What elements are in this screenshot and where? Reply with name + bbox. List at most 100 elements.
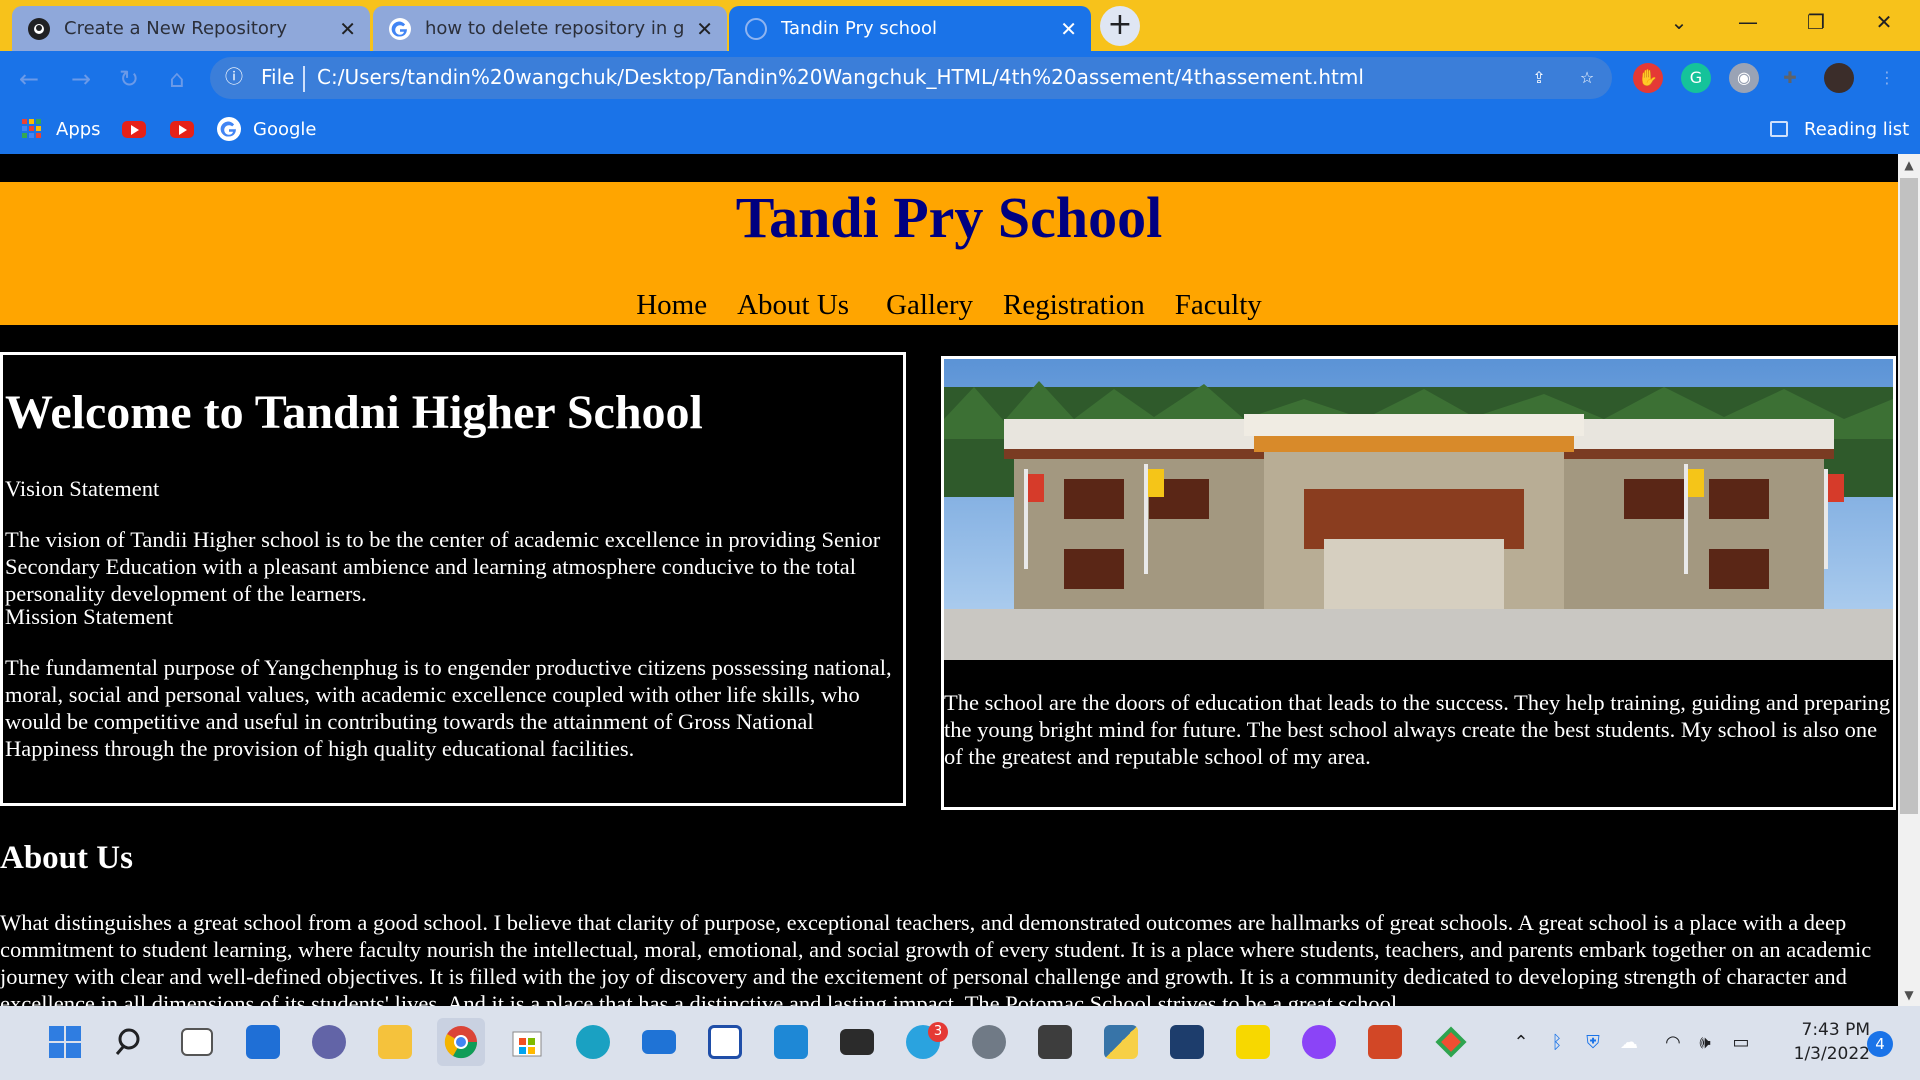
close-window-icon[interactable]: ✕	[1856, 6, 1912, 38]
clock-time[interactable]: 7:43 PM	[1790, 1020, 1871, 1040]
vision-text: The vision of Tandii Higher school is to…	[5, 527, 881, 606]
page-viewport: Tandi Pry School Home About Us Gallery R…	[0, 154, 1898, 1006]
bookmark-label: Google	[253, 118, 317, 140]
close-tab-icon[interactable]: ✕	[339, 17, 356, 41]
nav-link-about[interactable]: About Us	[737, 289, 849, 322]
adblock-extension-icon[interactable]: ✋	[1633, 63, 1663, 93]
volume-icon[interactable]: 🕪	[1692, 1030, 1718, 1056]
minimize-icon[interactable]: —	[1720, 6, 1776, 38]
apps-grid-icon	[22, 119, 41, 138]
nav-link-registration[interactable]: Registration	[1003, 289, 1145, 322]
messenger-icon[interactable]	[1295, 1018, 1343, 1066]
settings-icon[interactable]	[965, 1018, 1013, 1066]
github-icon	[28, 17, 50, 40]
address-divider	[303, 66, 305, 92]
about-heading: About Us	[0, 840, 133, 876]
youtube-icon	[170, 120, 194, 138]
powerpoint-icon[interactable]	[1361, 1018, 1409, 1066]
forward-arrow-icon[interactable]: →	[64, 62, 98, 96]
search-icon[interactable]	[107, 1018, 155, 1066]
school-photo-section: The school are the doors of education th…	[941, 356, 1896, 810]
nav-link-home[interactable]: Home	[636, 289, 707, 322]
about-text: What distinguishes a great school from a…	[0, 910, 1872, 1006]
site-nav: Home About Us Gallery Registration Facul…	[0, 289, 1898, 322]
windows-start-icon[interactable]	[41, 1018, 89, 1066]
reading-list-button[interactable]: Reading list	[1770, 114, 1909, 144]
mission-text: The fundamental purpose of Yangchenphug …	[5, 655, 892, 761]
vscode-icon[interactable]	[767, 1018, 815, 1066]
reading-list-icon	[1770, 121, 1788, 137]
mail-icon[interactable]	[635, 1018, 683, 1066]
bookmark-youtube-1[interactable]	[122, 114, 146, 144]
home-icon[interactable]: ⌂	[160, 62, 194, 96]
grammarly-extension-icon[interactable]: G	[1681, 63, 1711, 93]
teams-chat-icon[interactable]	[305, 1018, 353, 1066]
sticky-app-icon[interactable]	[701, 1018, 749, 1066]
close-tab-icon[interactable]: ✕	[696, 17, 713, 41]
bookmark-star-icon[interactable]: ☆	[1572, 63, 1602, 93]
vision-label: Vision Statement	[5, 476, 160, 501]
photo-caption: The school are the doors of education th…	[944, 690, 1891, 769]
new-tab-button[interactable]: +	[1100, 6, 1140, 46]
onedrive-cloud-icon[interactable]: ☁	[1616, 1030, 1642, 1056]
nav-link-faculty[interactable]: Faculty	[1175, 289, 1262, 322]
unknown-app-icon[interactable]	[1163, 1018, 1211, 1066]
scroll-up-arrow-icon[interactable]: ▲	[1898, 154, 1920, 176]
bluetooth-icon[interactable]: ᛒ	[1544, 1030, 1570, 1056]
bookmark-label: Apps	[56, 118, 101, 140]
wifi-icon[interactable]: ◠	[1660, 1030, 1686, 1056]
school-building-image	[944, 359, 1893, 660]
mission-label: Mission Statement	[5, 604, 174, 629]
site-title: Tandi Pry School	[735, 185, 1163, 250]
share-icon[interactable]: ⇪	[1524, 63, 1554, 93]
bookmark-google[interactable]: Google	[217, 114, 316, 144]
google-icon	[217, 117, 241, 141]
show-hidden-icons-chevron-icon[interactable]: ⌃	[1508, 1030, 1534, 1056]
sticky-notes-icon[interactable]	[1229, 1018, 1277, 1066]
tab-title: Create a New Repository	[64, 18, 287, 39]
profile-avatar-icon[interactable]	[1824, 63, 1854, 93]
reload-icon[interactable]: ↻	[112, 62, 146, 96]
tab-create-repository[interactable]: Create a New Repository ✕	[12, 6, 370, 51]
tab-tandin-pry-school[interactable]: Tandin Pry school ✕	[729, 6, 1091, 51]
microsoft-store-icon[interactable]	[503, 1018, 551, 1066]
globe-icon	[745, 17, 767, 40]
edge-icon[interactable]	[569, 1018, 617, 1066]
google-icon	[389, 17, 411, 40]
menu-kebab-icon[interactable]: ⋮	[1872, 63, 1902, 93]
file-explorer-icon[interactable]	[371, 1018, 419, 1066]
youtube-icon	[122, 120, 146, 138]
reading-list-label: Reading list	[1804, 118, 1910, 140]
terminal-icon[interactable]	[833, 1018, 881, 1066]
scrollbar-thumb[interactable]	[1900, 178, 1918, 814]
battery-icon[interactable]: ▭	[1728, 1030, 1754, 1056]
tab-title: Tandin Pry school	[781, 18, 938, 39]
welcome-heading: Welcome to Tandni Higher School	[5, 386, 703, 439]
tab-title: how to delete repository in githu	[425, 18, 686, 39]
telegram-unread-badge: 3	[928, 1022, 948, 1042]
incognito-extension-icon[interactable]: ◉	[1729, 63, 1759, 93]
security-shield-icon[interactable]: ⛨	[1580, 1030, 1606, 1056]
sublime-icon[interactable]	[1031, 1018, 1079, 1066]
bookmark-apps[interactable]: Apps	[22, 114, 101, 144]
close-tab-icon[interactable]: ✕	[1060, 17, 1077, 41]
welcome-section: Welcome to Tandni Higher School Vision S…	[0, 352, 906, 806]
tab-search-chevron-icon[interactable]: ⌄	[1651, 6, 1707, 38]
clock-date[interactable]: 1/3/2022	[1774, 1044, 1870, 1064]
restore-icon[interactable]: ❐	[1788, 6, 1844, 38]
python-icon[interactable]	[1097, 1018, 1145, 1066]
bookmark-youtube-2[interactable]	[170, 114, 194, 144]
nav-link-gallery[interactable]: Gallery	[886, 289, 973, 322]
site-info-icon[interactable]: ⓘ	[222, 66, 246, 90]
task-view-icon[interactable]	[173, 1018, 221, 1066]
tab-delete-repository-search[interactable]: how to delete repository in githu ✕	[373, 6, 727, 51]
widgets-icon[interactable]	[239, 1018, 287, 1066]
back-arrow-icon[interactable]: ←	[12, 62, 46, 96]
chrome-icon[interactable]	[437, 1018, 485, 1066]
git-icon[interactable]	[1427, 1018, 1475, 1066]
extensions-puzzle-icon[interactable]: ✚	[1775, 63, 1805, 93]
notification-badge[interactable]: 4	[1867, 1031, 1893, 1057]
address-scheme-label: File	[261, 65, 295, 89]
address-url[interactable]: C:/Users/tandin%20wangchuk/Desktop/Tandi…	[317, 65, 1364, 89]
scroll-down-arrow-icon[interactable]: ▼	[1898, 984, 1920, 1006]
